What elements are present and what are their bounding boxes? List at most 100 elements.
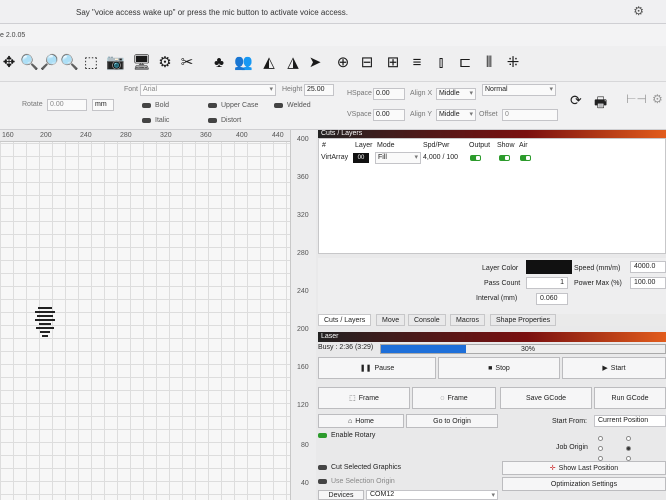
tab-macros[interactable]: Macros [450,314,485,326]
align-icon[interactable]: ⊟ [358,54,376,72]
layer-color-swatch[interactable] [526,260,572,274]
tab-shape-properties[interactable]: Shape Properties [490,314,557,326]
crosshair-icon: ✛ [549,465,556,472]
align-objects-icon[interactable]: ⊢⊣ [626,92,647,106]
zoom-out-icon[interactable]: 🔍 [60,54,79,72]
optimization-settings-button[interactable]: Optimization Settings [502,477,666,491]
spacing-icon[interactable]: ⫾ [432,54,450,72]
offset-input[interactable]: 0 [502,109,558,121]
refresh-icon[interactable]: ⟳ [570,92,582,109]
layer-color-chip[interactable]: 00 [353,153,369,163]
tab-move[interactable]: Move [376,314,406,326]
font-select[interactable]: Arial [140,84,276,96]
layer-mode-select[interactable]: Fill [375,152,421,164]
stop-button[interactable]: ■ Stop [438,357,560,379]
gear-icon[interactable]: ⚙ [633,4,644,18]
rotate-label: Rotate [22,101,43,108]
settings-icon[interactable]: ⚙ [156,54,174,72]
height-input[interactable]: 25.00 [304,84,334,96]
distribute-icon[interactable]: ⊞ [384,54,402,72]
use-selection-origin-toggle[interactable]: Use Selection Origin [318,478,395,485]
enable-rotary-toggle[interactable]: Enable Rotary [318,432,375,439]
progress-bar: 30% [380,344,666,354]
speed-input[interactable]: 4000.0 [630,261,666,273]
top-ruler: 160 200 240 280 320 360 400 440 [0,130,316,142]
height-label: Height [282,86,303,93]
design-graphic[interactable] [34,305,56,349]
tab-console[interactable]: Console [408,314,446,326]
welded-toggle[interactable]: Welded [274,102,311,109]
hspace-label: HSpace [347,90,372,97]
camera-icon[interactable]: 📷 [106,54,125,72]
font-label: Font [124,86,139,93]
home-icon: ⌂ [348,417,353,425]
vspace-label: VSpace [347,111,372,118]
origin-radio-center[interactable] [626,446,631,451]
cuts-layers-header: Cuts / Layers [318,130,666,138]
power-max-input[interactable]: 100.00 [630,277,666,289]
frame-circle-button[interactable]: ◌ Frame [412,387,496,409]
laser-icon[interactable]: ◭ [260,54,278,72]
upper-case-toggle[interactable]: Upper Case [208,102,258,109]
bold-toggle[interactable]: Bold [142,102,169,109]
align-x-select[interactable]: Middle [436,88,476,100]
right-ruler: 400 360 320 280 240 200 160 120 80 40 [290,130,316,500]
frame-button[interactable]: ⬚ Frame [318,387,410,409]
layer-properties: Layer Color Speed (mm/m) 4000.0 Pass Cou… [318,258,666,314]
start-button[interactable]: ▶ Start [562,357,666,379]
mirror-icon[interactable]: ◮ [284,54,302,72]
users-icon[interactable]: 👥 [234,54,253,72]
voice-access-banner: Say "voice access wake up" or press the … [0,0,666,24]
equalize-icon[interactable]: ≡ [408,54,426,72]
send-icon[interactable]: ➤ [306,54,324,72]
align-y-label: Align Y [410,111,433,118]
move-icon[interactable]: ✥ [0,54,18,72]
port-select[interactable]: COM12 [366,490,498,500]
target-icon[interactable]: ⊕ [334,54,352,72]
align-center-icon[interactable]: ⦀ [480,54,498,72]
cuts-layers-table[interactable]: # Layer Mode Spd/Pwr Output Show Air Vir… [318,138,666,254]
show-last-position-button[interactable]: ✛ Show Last Position [502,461,666,475]
hspace-input[interactable]: 0.00 [373,88,405,100]
unit-button[interactable]: mm [92,99,114,111]
cut-selected-toggle[interactable]: Cut Selected Graphics [318,464,401,471]
pass-count-input[interactable]: 1 [526,277,568,289]
save-gcode-button[interactable]: Save GCode [500,387,592,409]
vspace-input[interactable]: 0.00 [373,109,405,121]
show-toggle[interactable] [499,155,510,161]
air-toggle[interactable] [520,155,531,161]
pause-button[interactable]: ❚❚ Pause [318,357,436,379]
align-y-select[interactable]: Middle [436,109,476,121]
main-toolbar: ✥ 🔍 🔎 🔍 ⬚ 📷 🖥 ⚙ ✂ ♣ 👥 ◭ ◮ ➤ ⊕ ⊟ ⊞ ≡ ⫾ ⊏ … [0,46,666,82]
zoom-in-icon[interactable]: 🔍 [20,54,39,72]
tools-icon[interactable]: ✂ [178,54,196,72]
stop-icon: ■ [488,364,493,372]
italic-toggle[interactable]: Italic [142,117,169,124]
text-style-select[interactable]: Normal [482,84,556,96]
zoom-fit-icon[interactable]: 🔎 [40,54,59,72]
tab-cuts-layers[interactable]: Cuts / Layers [318,314,372,326]
grid-snap-icon[interactable]: ⁜ [504,54,522,72]
printer-icon[interactable]: 🖶 [594,92,607,116]
monitor-icon[interactable]: 🖥 [132,54,151,72]
rotate-input[interactable]: 0.00 [47,99,87,111]
distort-toggle[interactable]: Distort [208,117,241,124]
devices-button[interactable]: Devices [318,490,364,500]
go-to-origin-button[interactable]: Go to Origin [406,414,498,428]
select-frame-icon[interactable]: ⬚ [82,54,100,72]
origin-radio-tl[interactable] [598,436,603,441]
app-version: e 2.0.05 [0,32,26,39]
shapes-icon[interactable]: ♣ [210,54,228,72]
home-button[interactable]: ⌂ Home [318,414,404,428]
origin-radio-tc[interactable] [626,436,631,441]
run-gcode-button[interactable]: Run GCode [594,387,666,409]
interval-input[interactable]: 0.060 [536,293,568,305]
snap-icon[interactable]: ⊏ [456,54,474,72]
output-toggle[interactable] [470,155,481,161]
panel-tabs: Cuts / Layers Move Console Macros Shape … [318,314,666,326]
start-from-select[interactable]: Current Position [594,415,666,427]
settings-gear-icon[interactable]: ⚙ [652,92,663,106]
origin-radio-ml[interactable] [598,446,603,451]
laser-header: Laser [318,332,666,342]
pause-icon: ❚❚ [359,365,372,372]
